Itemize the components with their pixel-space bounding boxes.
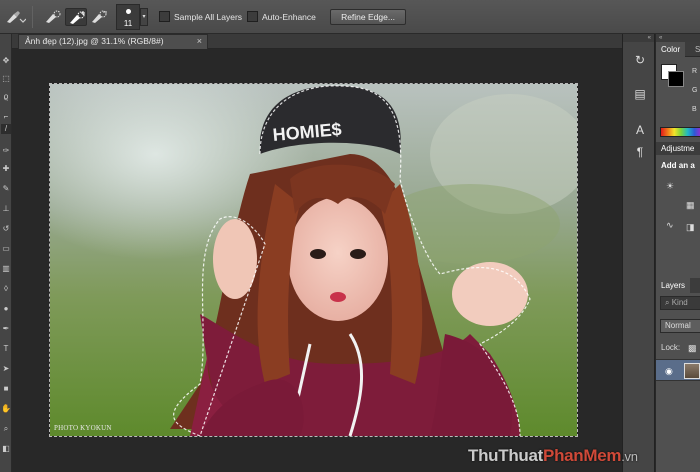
photo-illustration: HOMIE$	[50, 84, 577, 436]
brush-tip-icon	[126, 9, 131, 14]
type-tool-icon[interactable]: T	[1, 344, 11, 354]
brush-picker-dropdown-icon[interactable]: ▾	[140, 8, 148, 26]
adjustments-panel-title[interactable]: Adjustme	[661, 144, 694, 153]
quick-selection-tool-icon[interactable]: /	[1, 124, 11, 134]
layers-panel-tabs: Layers	[656, 278, 700, 293]
color-spectrum-bar[interactable]	[660, 127, 700, 137]
brush-size-picker[interactable]: 11	[116, 4, 140, 30]
tab-layers[interactable]: Layers	[656, 278, 691, 293]
document-photo[interactable]: HOMIE$ PHOTO KYOKUN	[49, 83, 578, 437]
photo-credit-text: PHOTO KYOKUN	[54, 424, 112, 432]
new-selection-mode-icon[interactable]	[42, 8, 64, 26]
site-watermark: ThuThuatPhanMem.vn	[468, 446, 638, 466]
brush-tool-icon[interactable]: ✎	[1, 184, 11, 194]
sample-all-layers-label: Sample All Layers	[174, 12, 243, 22]
healing-brush-tool-icon[interactable]: ✚	[1, 164, 11, 174]
layer-thumbnail	[684, 363, 700, 379]
subtract-from-selection-mode-icon[interactable]	[88, 8, 110, 26]
watermark-part-1: ThuThuat	[468, 446, 544, 465]
adjustments-hint: Add an a	[661, 161, 695, 170]
brush-size-value: 11	[123, 19, 133, 28]
shape-tool-icon[interactable]: ■	[1, 384, 11, 394]
gradient-tool-icon[interactable]: ▥	[1, 264, 11, 274]
character-icon[interactable]: A	[631, 122, 649, 138]
collapse-dock-icon[interactable]: «	[623, 34, 654, 42]
refine-edge-button[interactable]: Refine Edge...	[330, 9, 406, 25]
hand-tool-icon[interactable]: ✋	[1, 404, 11, 414]
properties-icon[interactable]: ▤	[631, 86, 649, 102]
eraser-tool-icon[interactable]: ▭	[1, 244, 11, 254]
dodge-tool-icon[interactable]: ●	[1, 304, 11, 314]
tab-swatches[interactable]: S	[690, 42, 700, 57]
lasso-tool-icon[interactable]: ϱ	[1, 92, 11, 102]
move-tool-icon[interactable]: ✥	[1, 56, 11, 66]
search-icon: ⌕	[665, 298, 672, 307]
brightness-adjustment-icon[interactable]: ☀	[666, 181, 678, 191]
add-to-selection-mode-icon[interactable]	[65, 8, 87, 26]
layer-row-background[interactable]: ◉	[656, 359, 700, 381]
tools-panel: ✥ ⬚ ϱ ⌐ / ✑ ✚ ✎ ⊥ ↺ ▭ ▥ ◊ ● ✒ T ➤ ■ ✋ ⌕ …	[0, 34, 12, 472]
channel-g-label: G	[692, 87, 698, 94]
layer-visibility-eye-icon[interactable]: ◉	[665, 366, 673, 377]
crop-tool-icon[interactable]: ⌐	[1, 112, 11, 122]
lock-transparent-pixels-icon[interactable]: ▩	[688, 343, 700, 353]
levels-adjustment-icon[interactable]: ▦	[686, 200, 698, 210]
blur-tool-icon[interactable]: ◊	[1, 284, 11, 294]
auto-enhance-label: Auto-Enhance	[262, 12, 316, 22]
panel-icon-dock: « ↻ ▤ A ¶	[622, 34, 655, 472]
tab-color[interactable]: Color	[656, 42, 686, 57]
sample-all-layers-checkbox[interactable]	[159, 11, 170, 22]
layer-filter-value: Kind	[671, 298, 688, 307]
collapse-panels-icon[interactable]: «	[656, 34, 700, 42]
canvas-area[interactable]: HOMIE$ PHOTO KYOKUN	[12, 49, 622, 472]
document-tab-bar: Ảnh đẹp (12).jpg @ 31.1% (RGB/8#) ×	[12, 34, 622, 49]
right-panels: « Color S R G B Adjustme Add an a ☀ ▦ ∿ …	[656, 34, 700, 472]
close-tab-icon[interactable]: ×	[197, 35, 202, 48]
channel-b-label: B	[692, 106, 697, 113]
marquee-tool-icon[interactable]: ⬚	[1, 74, 11, 84]
auto-enhance-checkbox[interactable]	[247, 11, 258, 22]
curves-adjustment-icon[interactable]: ∿	[666, 220, 678, 230]
channel-r-label: R	[692, 68, 698, 75]
watermark-part-3: .vn	[621, 449, 638, 464]
lock-label: Lock:	[661, 343, 681, 352]
document-tab[interactable]: Ảnh đẹp (12).jpg @ 31.1% (RGB/8#) ×	[18, 34, 208, 49]
path-selection-tool-icon[interactable]: ➤	[1, 364, 11, 374]
channel-mixer-adjustment-icon[interactable]: ◨	[686, 222, 698, 232]
history-brush-tool-icon[interactable]: ↺	[1, 224, 11, 234]
options-bar: 11 ▾ Sample All Layers Auto-Enhance Refi…	[0, 0, 700, 34]
history-icon[interactable]: ↻	[631, 52, 649, 68]
watermark-part-2: PhanMem	[543, 446, 622, 465]
layer-filter-select[interactable]: ⌕ Kind	[660, 296, 700, 310]
zoom-tool-icon[interactable]: ⌕	[1, 424, 11, 434]
color-swatches-icon[interactable]: ◧	[1, 444, 11, 454]
clone-stamp-tool-icon[interactable]: ⊥	[1, 204, 11, 214]
color-panel-tabs: Color S	[656, 42, 700, 57]
quick-selection-tool-preset-icon[interactable]	[4, 8, 27, 26]
document-tab-title: Ảnh đẹp (12).jpg @ 31.1% (RGB/8#)	[25, 36, 164, 46]
blend-mode-select[interactable]: Normal	[660, 319, 700, 333]
adjustments-panel-header: Adjustme	[656, 142, 700, 155]
pen-tool-icon[interactable]: ✒	[1, 324, 11, 334]
separator	[32, 6, 33, 28]
paragraph-icon[interactable]: ¶	[631, 144, 649, 160]
eyedropper-tool-icon[interactable]: ✑	[1, 146, 11, 156]
background-color-swatch[interactable]	[668, 71, 684, 87]
